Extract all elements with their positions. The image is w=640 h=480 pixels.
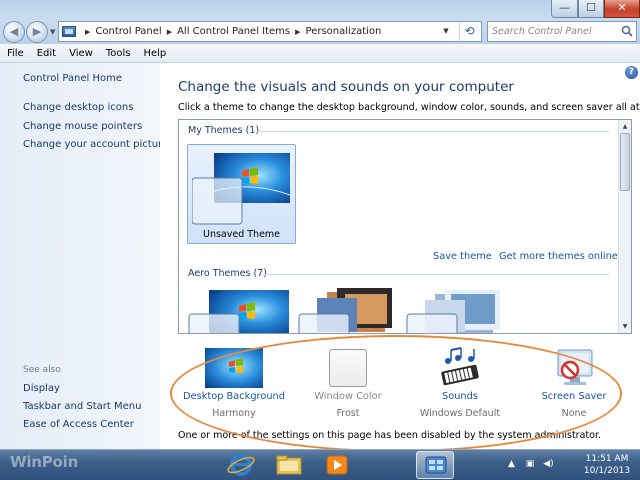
breadcrumb-all-items[interactable]: All Control Panel Items xyxy=(177,26,290,37)
scroll-down-icon[interactable]: ▼ xyxy=(619,320,631,333)
clock[interactable]: 11:51 AM 10/1/2013 xyxy=(577,453,637,477)
aero-themes-label: Aero Themes (7) xyxy=(188,268,267,279)
change-mouse-pointers-link[interactable]: Change mouse pointers xyxy=(23,121,142,132)
show-hidden-icons-icon[interactable]: ▲ xyxy=(508,459,515,469)
see-also-label: See also xyxy=(23,365,61,375)
internet-explorer-button[interactable] xyxy=(222,451,260,479)
close-button[interactable]: ✕ xyxy=(604,0,640,18)
internet-explorer-icon xyxy=(227,454,255,476)
control-panel-home-link[interactable]: Control Panel Home xyxy=(23,73,122,84)
watermark: WinPoin xyxy=(10,453,79,471)
recent-pages-dropdown-icon[interactable]: ▼ xyxy=(50,28,55,36)
volume-icon[interactable]: ◀) xyxy=(543,459,553,469)
setting-value: Windows Default xyxy=(419,408,501,419)
setting-value: Harmony xyxy=(212,408,256,419)
my-themes-label: My Themes (1) xyxy=(188,125,260,136)
breadcrumb-control-panel[interactable]: Control Panel xyxy=(95,26,161,37)
menu-tools[interactable]: Tools xyxy=(99,48,137,59)
menu-edit[interactable]: Edit xyxy=(30,48,62,59)
breadcrumb-personalization[interactable]: Personalization xyxy=(306,26,382,37)
menu-view[interactable]: View xyxy=(62,48,99,59)
menu-bar: File Edit View Tools Help xyxy=(0,44,640,63)
scroll-up-icon[interactable]: ▲ xyxy=(619,120,631,133)
admin-notice: One or more of the settings on this page… xyxy=(178,430,601,441)
forward-button[interactable]: ▶ xyxy=(26,21,48,43)
themes-scrollbar[interactable]: ▲ ▼ xyxy=(618,120,631,333)
search-input[interactable] xyxy=(488,22,612,41)
network-icon[interactable]: ▣ xyxy=(526,459,535,469)
theme-name: Unsaved Theme xyxy=(202,229,281,240)
control-panel-icon xyxy=(62,26,76,37)
page-subtitle: Click a theme to change the desktop back… xyxy=(178,102,640,113)
left-navigation-pane: Control Panel Home Change desktop icons … xyxy=(0,63,168,449)
change-account-picture-link[interactable]: Change your account picture xyxy=(23,139,168,150)
unsaved-theme-tile[interactable]: Unsaved Theme xyxy=(187,144,296,244)
setting-title: Screen Saver xyxy=(541,391,607,402)
display-link[interactable]: Display xyxy=(23,383,60,394)
setting-title: Desktop Background xyxy=(183,391,285,402)
media-player-button[interactable] xyxy=(318,451,356,479)
main-content: ? Change the visuals and sounds on your … xyxy=(160,63,640,449)
breadcrumb-arrow-icon[interactable]: ▶ xyxy=(295,28,300,36)
search-icon[interactable] xyxy=(621,25,633,37)
maximize-button[interactable]: ☐ xyxy=(578,0,604,18)
taskbar: WinPoin ▲ ▣ ◀) 11:51 AM 10/1/2013 xyxy=(0,449,640,480)
control-panel-icon xyxy=(425,456,447,474)
sounds-icon xyxy=(441,347,479,386)
screen-saver-icon xyxy=(557,349,593,385)
refresh-icon[interactable]: ⟲ xyxy=(459,22,479,41)
back-button[interactable]: ◀ xyxy=(3,21,25,43)
system-tray: ▲ ▣ ◀) xyxy=(508,459,554,469)
title-bar: ◀ ▶ ▼ ▶ Control Panel ▶ All Control Pane… xyxy=(0,0,640,44)
breadcrumb-arrow-icon[interactable]: ▶ xyxy=(167,28,172,36)
breadcrumb-arrow-icon[interactable]: ▶ xyxy=(85,28,90,36)
minimize-button[interactable]: — xyxy=(551,0,578,18)
menu-file[interactable]: File xyxy=(0,48,30,59)
setting-title: Window Color xyxy=(314,391,382,402)
back-arrow-icon: ◀ xyxy=(9,25,19,38)
window-color-icon xyxy=(329,349,367,387)
search-box[interactable] xyxy=(487,21,637,42)
landscapes-theme-thumbnail[interactable] xyxy=(405,288,505,334)
folder-icon xyxy=(276,455,302,475)
setting-title: Sounds xyxy=(442,391,478,402)
menu-help[interactable]: Help xyxy=(136,48,172,59)
taskbar-start-menu-link[interactable]: Taskbar and Start Menu xyxy=(23,401,141,412)
desktop-background-icon xyxy=(205,348,263,388)
get-more-themes-link[interactable]: Get more themes online xyxy=(499,251,618,262)
change-desktop-icons-link[interactable]: Change desktop icons xyxy=(23,102,133,113)
section-divider xyxy=(263,274,609,275)
clock-time: 11:51 AM xyxy=(585,454,629,464)
windows-theme-thumbnail[interactable] xyxy=(187,288,292,334)
forward-arrow-icon: ▶ xyxy=(32,25,42,38)
control-panel-taskbar-button[interactable] xyxy=(416,451,454,479)
architecture-theme-thumbnail[interactable] xyxy=(297,288,397,334)
themes-list[interactable]: My Themes (1) Unsaved Theme Save theme G… xyxy=(178,119,632,334)
setting-value: Frost xyxy=(336,408,360,419)
scrollbar-thumb[interactable] xyxy=(620,133,630,191)
address-dropdown-icon[interactable]: ▼ xyxy=(439,22,453,41)
page-title: Change the visuals and sounds on your co… xyxy=(178,79,514,95)
windows-explorer-button[interactable] xyxy=(270,451,308,479)
section-divider xyxy=(257,131,609,132)
theme-preview-image xyxy=(192,153,291,225)
address-bar[interactable]: ▶ Control Panel ▶ All Control Panel Item… xyxy=(58,21,482,42)
ease-of-access-link[interactable]: Ease of Access Center xyxy=(23,419,134,430)
save-theme-link[interactable]: Save theme xyxy=(433,251,492,262)
media-player-icon xyxy=(326,455,348,475)
setting-value: None xyxy=(561,408,587,419)
clock-date: 10/1/2013 xyxy=(583,466,631,476)
help-icon[interactable]: ? xyxy=(625,66,638,79)
